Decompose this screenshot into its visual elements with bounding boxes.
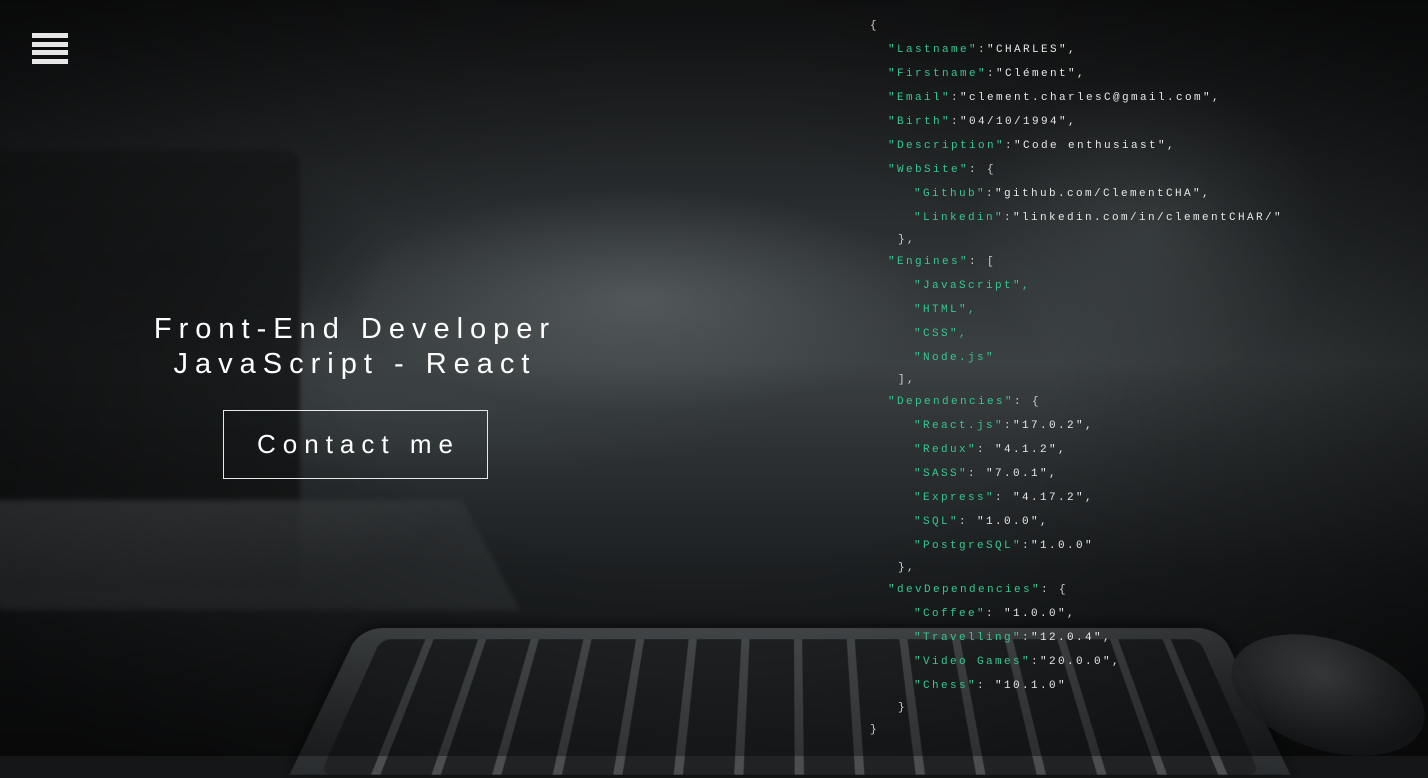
code-line-engine-item: "CSS", bbox=[914, 328, 969, 340]
code-line-engine-item: "JavaScript", bbox=[914, 280, 1032, 292]
menu-bar bbox=[32, 58, 68, 64]
code-line-lastname: "Lastname":"CHARLES", bbox=[888, 44, 1078, 56]
code-line-dependency: "React.js":"17.0.2", bbox=[914, 420, 1095, 432]
code-line-github: "Github":"github.com/ClementCHA", bbox=[914, 188, 1212, 200]
code-line-linkedin: "Linkedin":"linkedin.com/in/clementCHAR/… bbox=[914, 212, 1284, 224]
code-line-engine-item: "HTML", bbox=[914, 304, 978, 316]
code-line-dependencies-close: }, bbox=[898, 562, 917, 574]
code-close-brace: } bbox=[870, 724, 880, 736]
code-line-website-close: }, bbox=[898, 234, 917, 246]
code-open-brace: { bbox=[870, 20, 880, 32]
hero-title-line1: Front-End Developer bbox=[153, 313, 557, 345]
json-profile-code: { "Lastname":"CHARLES", "Firstname":"Clé… bbox=[870, 18, 1410, 746]
code-line-engine-item: "Node.js" bbox=[914, 352, 996, 364]
hero-section: Front-End Developer JavaScript - React bbox=[70, 312, 640, 382]
code-line-description: "Description":"Code enthusiast", bbox=[888, 140, 1177, 152]
code-line-dev-dependency: "Travelling":"12.0.4", bbox=[914, 632, 1113, 644]
code-line-dev-dependencies: "devDependencies": { bbox=[888, 584, 1069, 596]
code-line-firstname: "Firstname":"Clément", bbox=[888, 68, 1087, 80]
hamburger-menu-icon[interactable] bbox=[32, 33, 68, 64]
contact-me-button[interactable]: Contact me bbox=[223, 410, 488, 479]
code-line-dev-dependency: "Coffee": "1.0.0", bbox=[914, 608, 1077, 620]
code-line-dev-dependency: "Chess": "10.1.0" bbox=[914, 680, 1068, 692]
code-line-dependency: "Redux": "4.1.2", bbox=[914, 444, 1068, 456]
menu-bar bbox=[32, 33, 68, 38]
code-line-birth: "Birth":"04/10/1994", bbox=[888, 116, 1078, 128]
hero-title-line2: JavaScript - React bbox=[173, 348, 537, 380]
hero-title: Front-End Developer JavaScript - React bbox=[70, 312, 640, 382]
code-line-dev-dependency: "Video Games":"20.0.0", bbox=[914, 656, 1122, 668]
code-line-engines-close: ], bbox=[898, 374, 917, 386]
code-line-website: "WebSite": { bbox=[888, 164, 997, 176]
code-line-dependency: "Express": "4.17.2", bbox=[914, 492, 1095, 504]
menu-bar bbox=[32, 41, 68, 47]
code-line-dependency: "SASS": "7.0.1", bbox=[914, 468, 1059, 480]
code-line-dev-dependencies-close: } bbox=[898, 702, 908, 714]
menu-bar bbox=[32, 50, 68, 56]
code-line-dependency: "PostgreSQL":"1.0.0" bbox=[914, 540, 1095, 552]
code-line-email: "Email":"clement.charlesC@gmail.com", bbox=[888, 92, 1222, 104]
code-line-dependencies: "Dependencies": { bbox=[888, 396, 1042, 408]
code-line-engines: "Engines": [ bbox=[888, 256, 997, 268]
code-line-dependency: "SQL": "1.0.0", bbox=[914, 516, 1050, 528]
